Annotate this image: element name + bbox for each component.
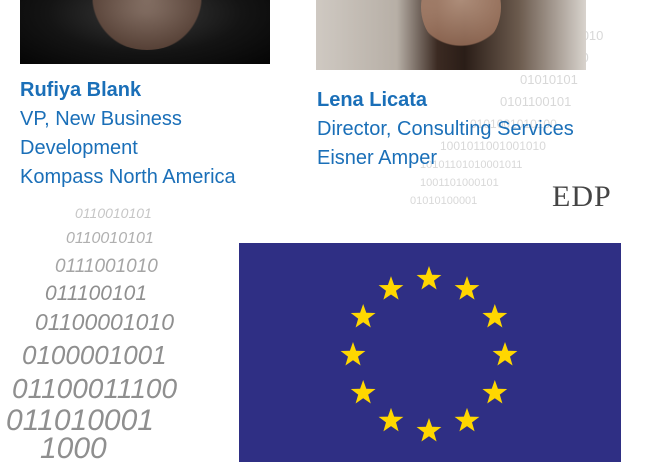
svg-text:0111001010: 0111001010 (55, 256, 158, 277)
person-name: Lena Licata (317, 89, 428, 111)
svg-text:0110010101: 0110010101 (66, 230, 154, 247)
svg-text:011100101: 011100101 (45, 282, 147, 305)
person-company: Eisner Amper (317, 147, 438, 169)
edp-brand-text: EDP (552, 180, 612, 213)
svg-text:01100011100: 01100011100 (12, 373, 177, 404)
person-company: Kompass North America (20, 166, 236, 188)
svg-text:01010100001: 01010100001 (410, 195, 477, 207)
face-shape (421, 0, 501, 52)
svg-text:0110010101: 0110010101 (75, 205, 152, 221)
person-name: Rufiya Blank (20, 79, 142, 101)
svg-text:01100001010: 01100001010 (35, 309, 174, 335)
person-title-line1: Director, Consulting Services (317, 118, 574, 140)
person-card-rufiya: Rufiya Blank VP, New Business Developmen… (20, 76, 236, 192)
rufiya-blank-photo (20, 0, 270, 64)
lena-licata-photo (316, 0, 586, 70)
person-card-lena: Lena Licata Director, Consulting Service… (317, 86, 574, 173)
svg-text:01010101: 01010101 (520, 72, 578, 87)
person-title-line2: Development (20, 137, 138, 159)
eu-flag (239, 243, 621, 462)
svg-text:1001101000101: 1001101000101 (420, 177, 499, 189)
eu-stars (340, 266, 518, 442)
svg-text:1000: 1000 (40, 432, 107, 462)
face-shape (92, 0, 202, 50)
svg-text:0100001001: 0100001001 (22, 340, 167, 370)
person-title-line1: VP, New Business (20, 108, 182, 130)
